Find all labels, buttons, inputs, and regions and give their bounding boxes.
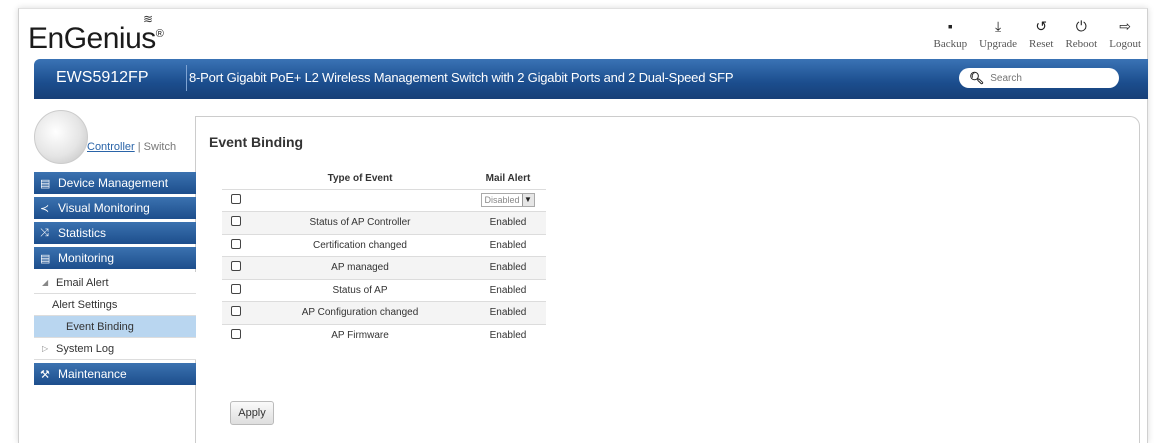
select-all-checkbox[interactable]: [231, 193, 241, 204]
banner-divider: [186, 65, 187, 91]
event-name: AP Firmware: [250, 323, 470, 347]
expanded-arrow-icon: ◢: [42, 278, 49, 287]
logout-icon: ⇨: [1119, 20, 1131, 35]
device-description: 8-Port Gigabit PoE+ L2 Wireless Manageme…: [189, 70, 734, 85]
apply-button[interactable]: Apply: [230, 401, 274, 425]
row-checkbox[interactable]: [231, 283, 241, 294]
sidebar-item-visual-monitoring[interactable]: ≺ Visual Monitoring: [34, 197, 196, 219]
event-name: Status of AP: [250, 278, 470, 302]
search-box[interactable]: 🔍︎: [959, 68, 1119, 88]
reset-icon: ↺: [1035, 20, 1048, 35]
power-icon: ⏻: [1075, 20, 1087, 35]
event-name: Status of AP Controller: [250, 211, 470, 234]
row-checkbox[interactable]: [231, 306, 241, 317]
table-row: AP managed Enabled: [222, 256, 546, 279]
logout-button[interactable]: ⇨ Logout: [1109, 20, 1141, 50]
event-binding-table: Type of Event Mail Alert Disabled ▼ Statu…: [222, 169, 546, 347]
sidebar-item-alert-settings[interactable]: Alert Settings: [34, 294, 196, 316]
column-header-type: Type of Event: [327, 173, 393, 185]
sidebar-nav: ▤ Device Management ≺ Visual Monitoring …: [34, 172, 196, 388]
event-name: AP Configuration changed: [250, 301, 470, 324]
mail-alert-value: Enabled: [470, 211, 546, 234]
sidebar-item-system-log[interactable]: ▷ System Log: [34, 338, 196, 360]
switch-mode-link[interactable]: Switch: [144, 141, 176, 153]
monitor-icon: ▤: [40, 252, 51, 265]
main-content: Event Binding Type of Event Mail Alert D…: [196, 116, 1140, 443]
mail-alert-value: Enabled: [470, 233, 546, 257]
row-checkbox[interactable]: [231, 329, 241, 339]
sidebar-item-maintenance[interactable]: ⚒ Maintenance: [34, 363, 196, 385]
sidebar-item-device-management[interactable]: ▤ Device Management: [34, 172, 196, 194]
row-checkbox[interactable]: [231, 261, 241, 272]
event-name: Certification changed: [250, 233, 470, 257]
reboot-button[interactable]: ⏻ Reboot: [1065, 20, 1097, 50]
sidebar-item-monitoring[interactable]: ▤ Monitoring: [34, 247, 196, 269]
event-name: AP managed: [250, 256, 470, 279]
mail-alert-value: Enabled: [470, 278, 546, 302]
table-row: AP Firmware Enabled: [222, 323, 546, 347]
page-title: Event Binding: [209, 134, 304, 150]
search-input[interactable]: [990, 72, 1111, 84]
mail-alert-value: Enabled: [470, 301, 546, 324]
chevron-down-icon: ▼: [521, 194, 534, 207]
floppy-icon: ▪: [947, 20, 953, 35]
device-disc-icon: [34, 110, 88, 164]
reset-button[interactable]: ↺ Reset: [1029, 20, 1053, 50]
table-row: Status of AP Controller Enabled: [222, 211, 546, 234]
row-checkbox[interactable]: [231, 238, 241, 249]
statistics-icon: ⤨: [40, 226, 49, 239]
mail-alert-value: Enabled: [470, 323, 546, 347]
device-icon: ▤: [40, 177, 51, 190]
table-row: Status of AP Enabled: [222, 278, 546, 302]
top-toolbar: ▪ Backup ⤓ Upgrade ↺ Reset ⏻ Reboot ⇨ Lo…: [934, 20, 1142, 50]
table-row-header-controls: Disabled ▼: [222, 188, 546, 212]
header-banner: EWS5912FP 8-Port Gigabit PoE+ L2 Wireles…: [34, 59, 1148, 99]
sidebar-item-email-alert[interactable]: ◢ Email Alert: [34, 272, 196, 294]
row-checkbox[interactable]: [231, 216, 241, 227]
table-row: AP Configuration changed Enabled: [222, 301, 546, 324]
sidebar: Controller | Switch ▤ Device Management …: [34, 110, 196, 443]
controller-mode-link[interactable]: Controller: [87, 141, 135, 153]
table-row: Certification changed Enabled: [222, 233, 546, 257]
column-header-mail: Mail Alert: [485, 173, 531, 185]
engenius-logo: EnGenius®: [28, 22, 164, 55]
wrench-icon: ⚒: [40, 368, 50, 381]
wifi-icon: ≋: [143, 12, 154, 26]
sidebar-item-event-binding[interactable]: Event Binding: [34, 316, 196, 338]
share-icon: ≺: [40, 202, 50, 215]
search-icon: 🔍︎: [969, 71, 985, 85]
mail-alert-select[interactable]: Disabled ▼: [481, 193, 535, 208]
upload-icon: ⤓: [994, 20, 1002, 35]
sidebar-item-statistics[interactable]: ⤨ Statistics: [34, 222, 196, 244]
model-name: EWS5912FP: [56, 69, 149, 86]
upgrade-button[interactable]: ⤓ Upgrade: [979, 20, 1017, 50]
collapsed-arrow-icon: ▷: [42, 344, 49, 353]
backup-button[interactable]: ▪ Backup: [934, 20, 968, 50]
mode-switcher: Controller | Switch: [87, 141, 177, 153]
mail-alert-value: Enabled: [470, 256, 546, 279]
